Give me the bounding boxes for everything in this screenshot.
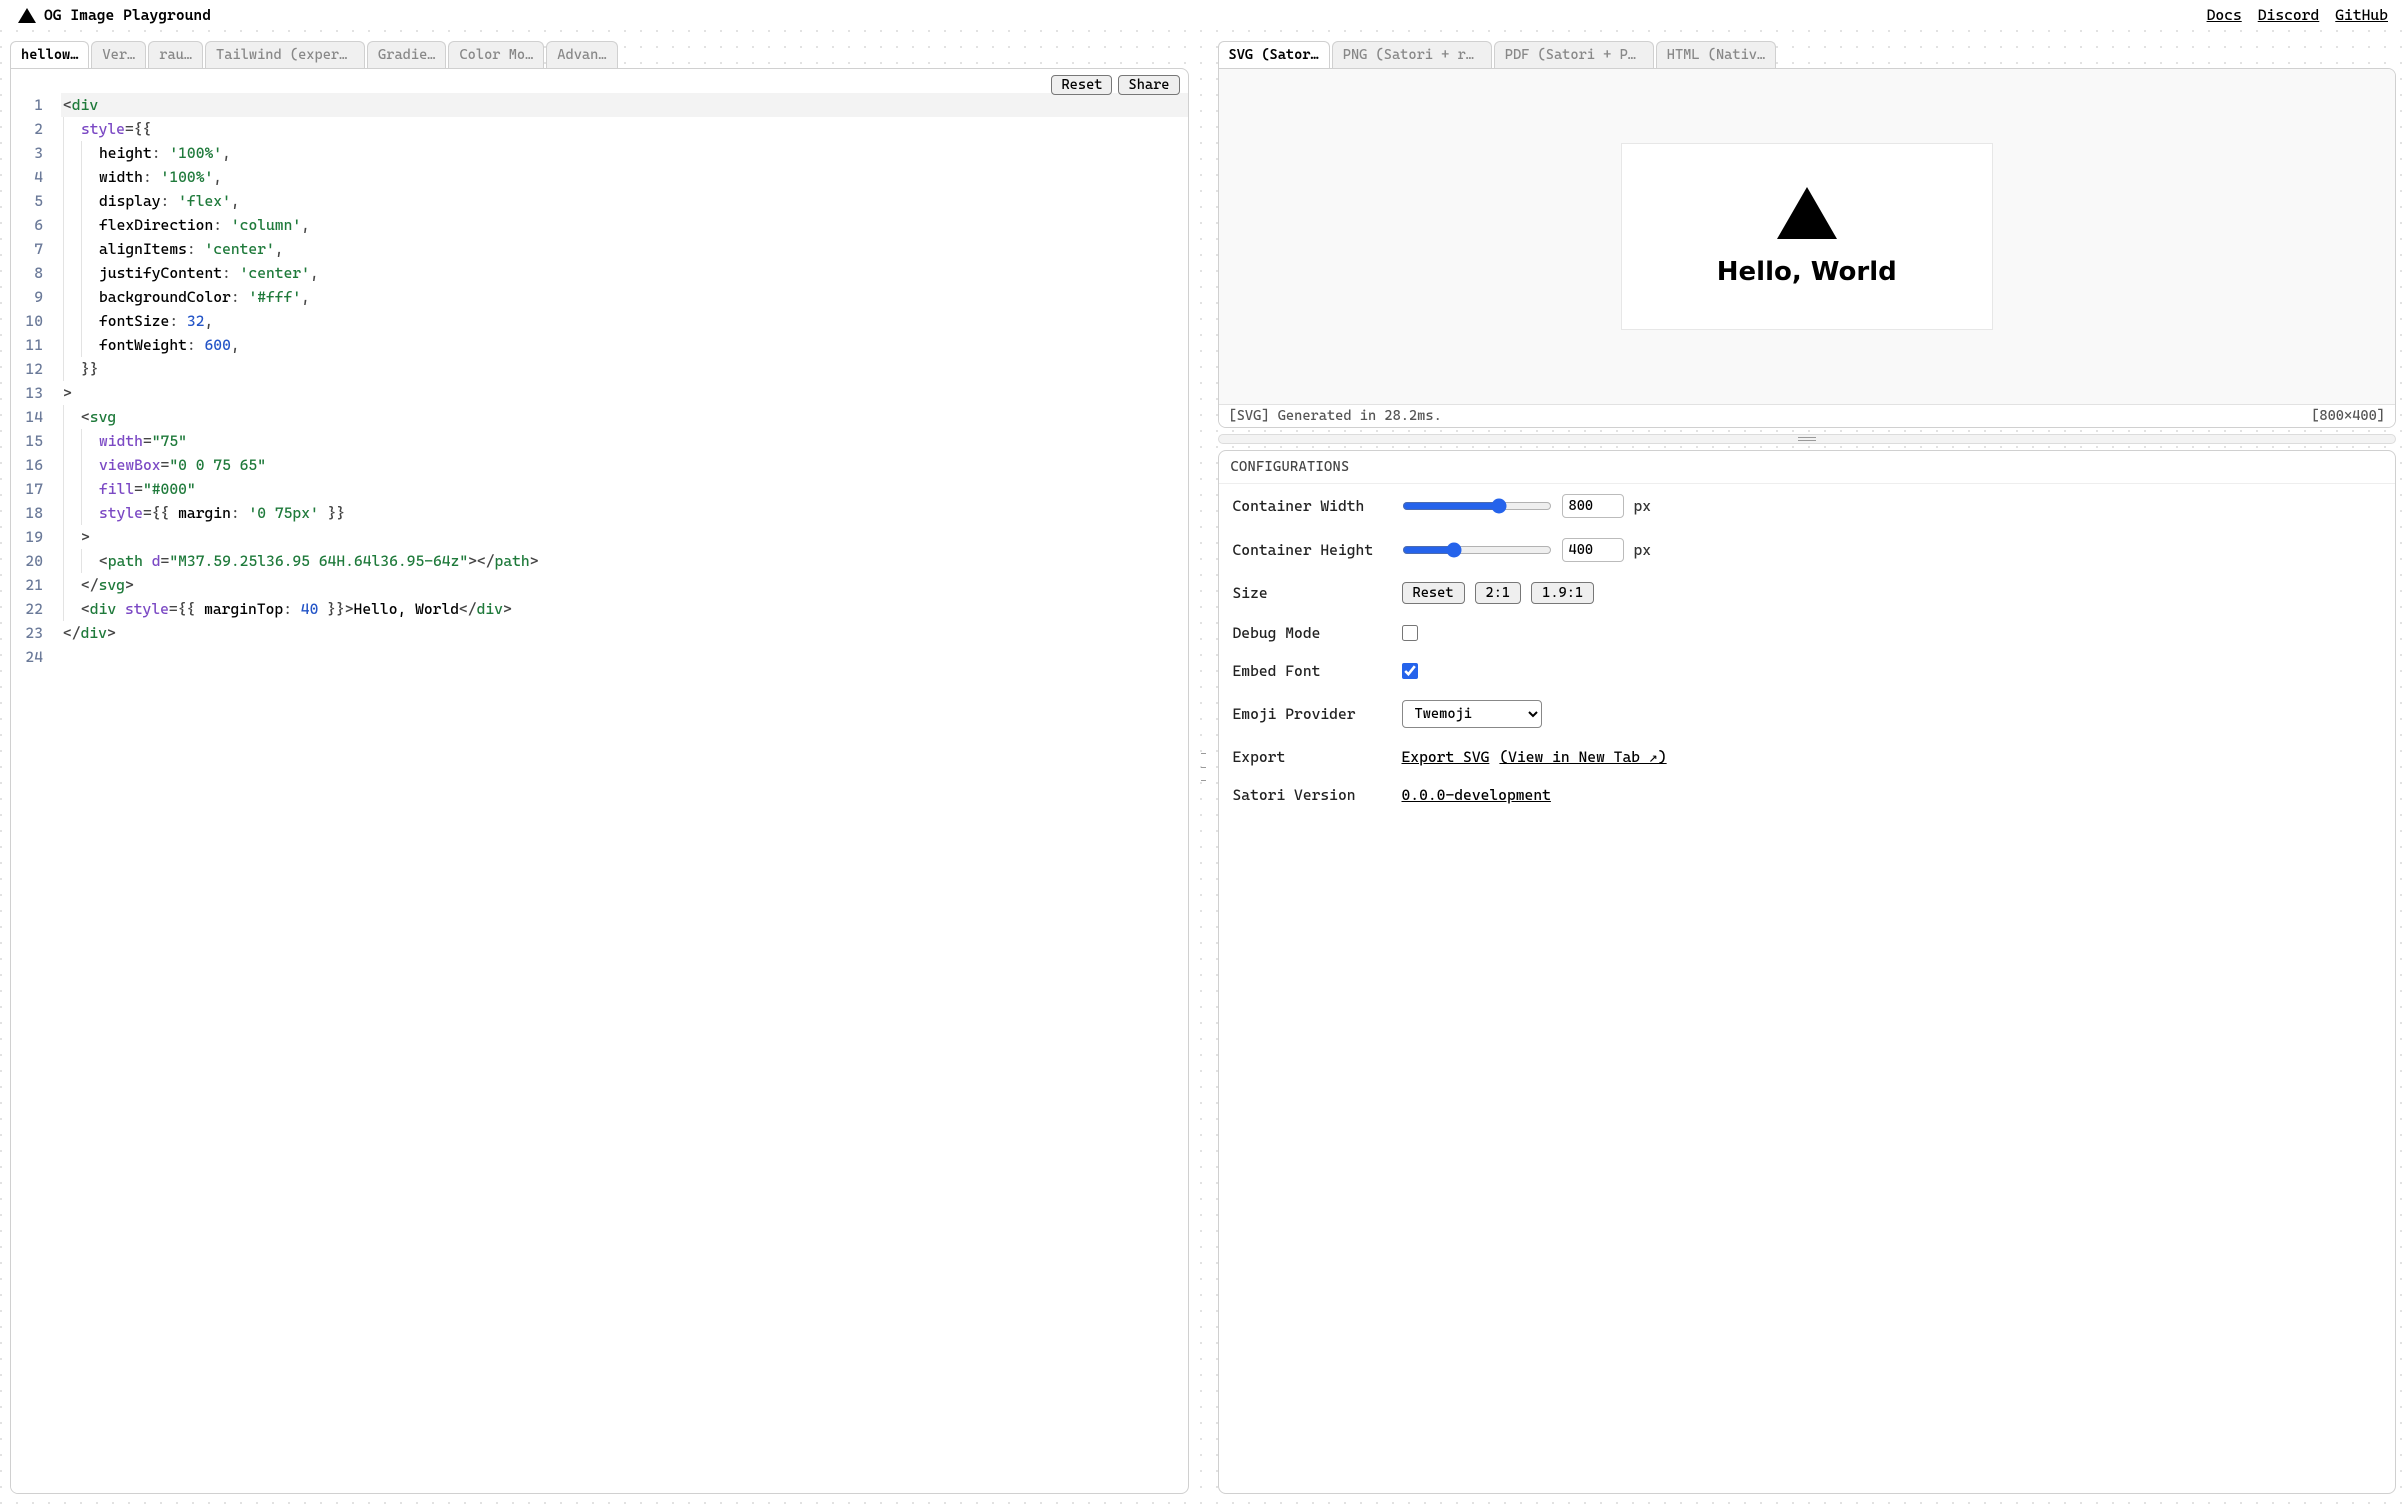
- config-header: CONFIGURATIONS: [1219, 451, 2396, 484]
- code-line[interactable]: display: 'flex',: [61, 189, 1188, 213]
- config-label: Emoji Provider: [1233, 705, 1388, 723]
- code-line[interactable]: <div style={{ marginTop: 40 }}>Hello, Wo…: [61, 597, 1188, 621]
- line-gutter: 123456789101112131415161718192021222324: [11, 93, 61, 1493]
- preview-area: Hello, World: [1219, 69, 2396, 404]
- config-label: Export: [1233, 748, 1388, 766]
- editor-tabs: hellow… Ver… rau… Tailwind (experim… Gra…: [10, 40, 1189, 68]
- main-split: hellow… Ver… rau… Tailwind (experim… Gra…: [0, 30, 2406, 1504]
- vertical-resizer[interactable]: [1201, 40, 1206, 1494]
- config-body: Container Width px Container Height px: [1219, 484, 2396, 814]
- app-title: OG Image Playground: [44, 6, 211, 24]
- config-label: Debug Mode: [1233, 624, 1388, 642]
- code-line[interactable]: flexDirection: 'column',: [61, 213, 1188, 237]
- editor-tab[interactable]: Tailwind (experim…: [205, 41, 365, 68]
- config-label: Embed Font: [1233, 662, 1388, 680]
- nav-github-link[interactable]: GitHub: [2335, 6, 2388, 24]
- header: OG Image Playground Docs Discord GitHub: [0, 0, 2406, 30]
- preview-status-bar: [SVG] Generated in 28.2ms. [800×400]: [1219, 404, 2396, 427]
- config-row-width: Container Width px: [1233, 494, 2382, 518]
- code-line[interactable]: <svg: [61, 405, 1188, 429]
- code-line[interactable]: style={{ margin: '0 75px' }}: [61, 501, 1188, 525]
- debug-checkbox[interactable]: [1402, 625, 1418, 641]
- config-label: Container Width: [1233, 497, 1388, 515]
- code-line[interactable]: </svg>: [61, 573, 1188, 597]
- code-line[interactable]: >: [61, 525, 1188, 549]
- size-ratio-button[interactable]: 1.9:1: [1531, 582, 1594, 604]
- nav-docs-link[interactable]: Docs: [2207, 6, 2242, 24]
- output-tabs: SVG (Sator… PNG (Satori + resvg-j… PDF (…: [1218, 40, 2397, 68]
- config-row-version: Satori Version 0.0.0-development: [1233, 786, 2382, 804]
- config-row-debug: Debug Mode: [1233, 624, 2382, 642]
- config-row-size: Size Reset 2:1 1.9:1: [1233, 582, 2382, 604]
- code-line[interactable]: <path d="M37.59.25l36.95 64H.64l36.95-64…: [61, 549, 1188, 573]
- code-editor[interactable]: 123456789101112131415161718192021222324 …: [11, 69, 1188, 1493]
- embed-checkbox[interactable]: [1402, 663, 1418, 679]
- editor-tab[interactable]: Advan…: [546, 41, 617, 68]
- editor-panel: hellow… Ver… rau… Tailwind (experim… Gra…: [10, 40, 1189, 1494]
- triangle-icon: [1777, 187, 1837, 239]
- unit-label: px: [1634, 541, 1652, 559]
- code-line[interactable]: justifyContent: 'center',: [61, 261, 1188, 285]
- editor-tab[interactable]: Color Mo…: [448, 41, 544, 68]
- config-row-embed: Embed Font: [1233, 662, 2382, 680]
- config-row-height: Container Height px: [1233, 538, 2382, 562]
- editor-actions: Reset Share: [1051, 75, 1179, 95]
- config-row-emoji: Emoji Provider Twemoji: [1233, 700, 2382, 728]
- unit-label: px: [1634, 497, 1652, 515]
- code-line[interactable]: fill="#000": [61, 477, 1188, 501]
- height-slider[interactable]: [1402, 542, 1552, 558]
- nav-discord-link[interactable]: Discord: [2258, 6, 2320, 24]
- size-ratio-button[interactable]: 2:1: [1475, 582, 1522, 604]
- code-line[interactable]: style={{: [61, 117, 1188, 141]
- editor-card: Reset Share 1234567891011121314151617181…: [10, 68, 1189, 1494]
- horizontal-resizer[interactable]: [1218, 434, 2397, 444]
- view-new-tab-link[interactable]: (View in New Tab ↗): [1499, 748, 1666, 766]
- status-generated: [SVG] Generated in 28.2ms.: [1229, 408, 1442, 424]
- share-button[interactable]: Share: [1118, 75, 1179, 95]
- code-line[interactable]: >: [61, 381, 1188, 405]
- config-card: CONFIGURATIONS Container Width px Contai…: [1218, 450, 2397, 1494]
- export-svg-link[interactable]: Export SVG: [1402, 748, 1490, 766]
- code-line[interactable]: width: '100%',: [61, 165, 1188, 189]
- code-line[interactable]: <div: [61, 93, 1188, 117]
- output-tab[interactable]: SVG (Sator…: [1218, 41, 1330, 68]
- editor-tab[interactable]: rau…: [148, 41, 203, 68]
- header-nav: Docs Discord GitHub: [2207, 6, 2388, 24]
- code-line[interactable]: width="75": [61, 429, 1188, 453]
- code-line[interactable]: fontSize: 32,: [61, 309, 1188, 333]
- editor-tab[interactable]: Ver…: [91, 41, 146, 68]
- code-line[interactable]: backgroundColor: '#fff',: [61, 285, 1188, 309]
- editor-tab[interactable]: hellow…: [10, 41, 89, 68]
- code-body[interactable]: <div style={{ height: '100%', width: '10…: [61, 93, 1188, 1493]
- vercel-logo-icon: [18, 8, 36, 23]
- size-reset-button[interactable]: Reset: [1402, 582, 1465, 604]
- width-input[interactable]: [1562, 494, 1624, 518]
- config-label: Size: [1233, 584, 1388, 602]
- config-row-export: Export Export SVG (View in New Tab ↗): [1233, 748, 2382, 766]
- output-panel: SVG (Sator… PNG (Satori + resvg-j… PDF (…: [1218, 40, 2397, 1494]
- reset-button[interactable]: Reset: [1051, 75, 1112, 95]
- code-line[interactable]: viewBox="0 0 75 65": [61, 453, 1188, 477]
- code-line[interactable]: }}: [61, 357, 1188, 381]
- preview-text: Hello, World: [1717, 257, 1897, 287]
- version-link[interactable]: 0.0.0-development: [1402, 786, 1551, 804]
- editor-tab[interactable]: Gradie…: [367, 41, 446, 68]
- width-slider[interactable]: [1402, 498, 1552, 514]
- preview-card: Hello, World [SVG] Generated in 28.2ms. …: [1218, 68, 2397, 428]
- code-line[interactable]: height: '100%',: [61, 141, 1188, 165]
- code-line[interactable]: [61, 645, 1188, 669]
- output-tab[interactable]: PNG (Satori + resvg-j…: [1332, 41, 1492, 68]
- config-label: Container Height: [1233, 541, 1388, 559]
- code-line[interactable]: </div>: [61, 621, 1188, 645]
- status-dimensions: [800×400]: [2311, 408, 2385, 424]
- code-line[interactable]: fontWeight: 600,: [61, 333, 1188, 357]
- config-label: Satori Version: [1233, 786, 1388, 804]
- output-tab[interactable]: HTML (Nativ…: [1656, 41, 1776, 68]
- header-left: OG Image Playground: [18, 6, 211, 24]
- code-line[interactable]: alignItems: 'center',: [61, 237, 1188, 261]
- preview-canvas: Hello, World: [1622, 144, 1992, 329]
- height-input[interactable]: [1562, 538, 1624, 562]
- emoji-select[interactable]: Twemoji: [1402, 700, 1542, 728]
- output-tab[interactable]: PDF (Satori + PDFKi…: [1494, 41, 1654, 68]
